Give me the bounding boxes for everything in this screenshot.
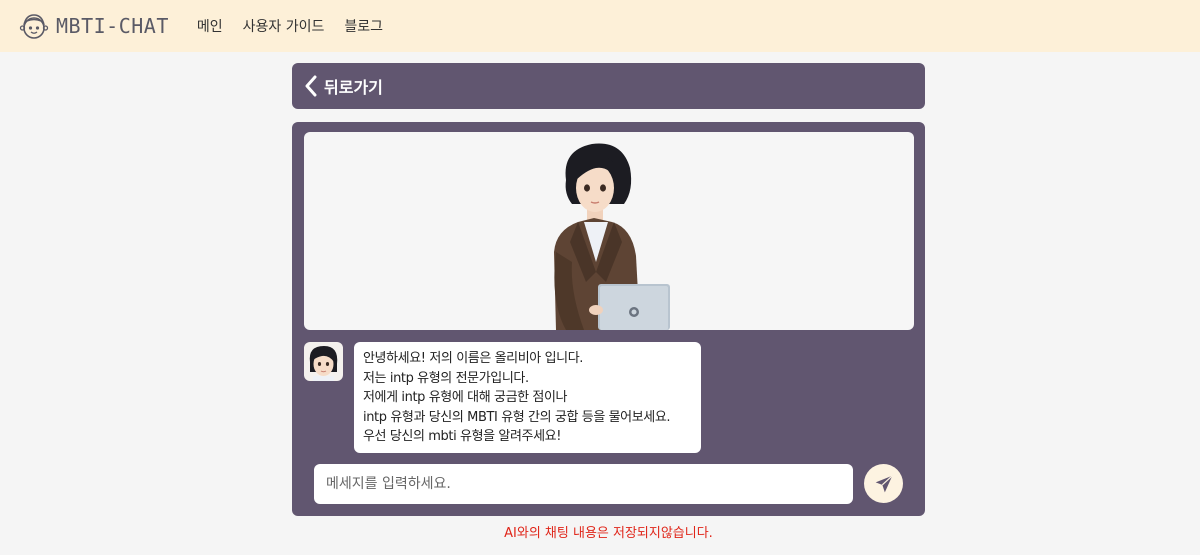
character-image xyxy=(554,143,670,330)
message-line: 안녕하세요! 저의 이름은 올리비아 입니다. xyxy=(363,351,583,366)
chat-panel: 안녕하세요! 저의 이름은 올리비아 입니다. 저는 intp 유형의 전문가입… xyxy=(292,122,925,516)
main-nav: 메인 사용자 가이드 블로그 xyxy=(197,16,403,36)
nav-item-user-guide[interactable]: 사용자 가이드 xyxy=(243,16,325,36)
logo[interactable]: MBTI-CHAT xyxy=(18,10,169,42)
character-illustration xyxy=(304,132,914,330)
message-input[interactable] xyxy=(314,464,853,504)
message-line: 저에게 intp 유형에 대해 궁금한 점이나 xyxy=(363,390,568,405)
paper-plane-icon xyxy=(875,474,893,492)
back-button[interactable]: 뒤로가기 xyxy=(292,63,925,109)
send-button[interactable] xyxy=(864,464,903,503)
logo-face-icon xyxy=(19,14,49,39)
logo-text: MBTI-CHAT xyxy=(56,14,169,38)
privacy-notice: AI와의 채팅 내용은 저장되지않습니다. xyxy=(504,526,713,541)
message-line: 저는 intp 유형의 전문가입니다. xyxy=(363,370,529,386)
nav-item-main[interactable]: 메인 xyxy=(197,16,223,36)
bot-avatar xyxy=(304,342,343,381)
back-label: 뒤로가기 xyxy=(324,78,383,97)
nav-item-blog[interactable]: 블로그 xyxy=(344,16,383,36)
bot-message-bubble: 안녕하세요! 저의 이름은 올리비아 입니다. 저는 intp 유형의 전문가입… xyxy=(354,342,701,453)
message-line: 우선 당신의 mbti 유형을 알려주세요! xyxy=(363,429,562,444)
top-navigation-bar: MBTI-CHAT 메인 사용자 가이드 블로그 xyxy=(0,0,1200,52)
chevron-left-icon xyxy=(305,75,317,97)
message-line: intp 유형과 당신의 MBTI 유형 간의 궁합 등을 물어보세요. xyxy=(363,409,671,425)
